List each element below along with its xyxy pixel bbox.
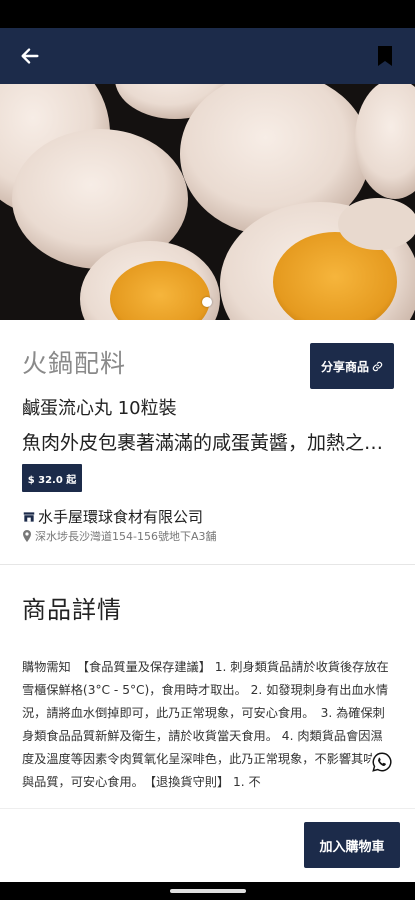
- product-description: 魚肉外皮包裹著滿滿的咸蛋黃醬，加熱之後流心效果極佳: [22, 432, 394, 454]
- status-bar: [0, 0, 415, 28]
- location-pin-icon: [23, 530, 31, 542]
- address-row: 深水埗長沙灣道154-156號地下A3舖: [22, 528, 216, 544]
- shop-row[interactable]: 水手屋環球食材有限公司: [22, 506, 203, 527]
- share-button-label: 分享商品: [320, 359, 369, 374]
- bookmark-icon: [378, 46, 392, 66]
- link-icon: [372, 361, 383, 371]
- back-button[interactable]: [14, 40, 46, 72]
- product-image-carousel[interactable]: [0, 84, 415, 320]
- app-bar: [0, 28, 415, 84]
- share-product-button[interactable]: 分享商品: [310, 343, 394, 389]
- whatsapp-button[interactable]: [370, 750, 394, 774]
- details-title: 商品詳情: [22, 596, 122, 624]
- store-icon: [23, 511, 35, 522]
- add-to-cart-button[interactable]: 加入購物車: [304, 822, 400, 868]
- section-divider: [0, 564, 415, 565]
- product-name: 鹹蛋流心丸 10粒裝: [22, 398, 177, 419]
- bookmark-button[interactable]: [369, 40, 401, 72]
- arrow-left-icon: [21, 48, 39, 64]
- shop-name: 水手屋環球食材有限公司: [38, 508, 204, 526]
- bottom-action-bar: 加入購物車: [0, 808, 415, 882]
- product-category: 火鍋配料: [22, 349, 127, 378]
- purchase-notice-text: 購物需知 【食品質量及保存建議】 1. 刺身類貨品請於收貨後存放在雪櫃保鮮格(3…: [22, 660, 389, 789]
- carousel-page-indicator: [202, 297, 212, 307]
- price-badge: $ 32.0 起: [22, 464, 82, 492]
- product-detail-content[interactable]: 火鍋配料 分享商品 鹹蛋流心丸 10粒裝 魚肉外皮包裹著滿滿的咸蛋黃醬，加熱之後…: [0, 320, 415, 808]
- product-image: [0, 84, 415, 320]
- home-indicator[interactable]: [170, 889, 246, 893]
- whatsapp-icon: [372, 752, 392, 772]
- system-navigation-bar: [0, 882, 415, 900]
- shop-address: 深水埗長沙灣道154-156號地下A3舖: [35, 530, 217, 543]
